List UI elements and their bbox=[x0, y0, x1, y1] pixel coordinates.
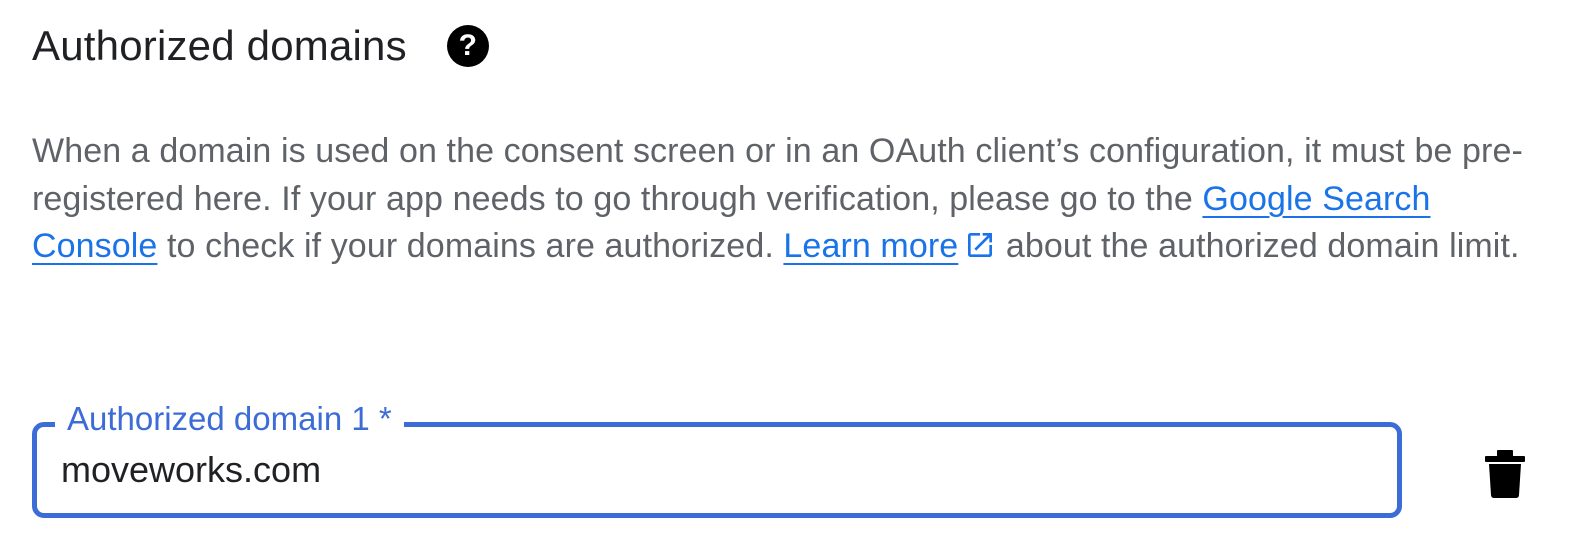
open-in-new-icon[interactable] bbox=[964, 229, 996, 261]
help-icon[interactable]: ? bbox=[446, 25, 489, 67]
authorized-domain-1-input[interactable] bbox=[61, 449, 1361, 491]
page-title: Authorized domains bbox=[32, 22, 407, 69]
description-text-3: about the authorized domain limit. bbox=[996, 227, 1520, 265]
description-text-2: to check if your domains are authorized. bbox=[157, 227, 784, 265]
learn-more-link[interactable]: Learn more bbox=[783, 227, 958, 265]
trash-icon[interactable] bbox=[1485, 450, 1525, 498]
section-header: Authorized domains ? bbox=[32, 18, 489, 74]
authorized-domain-1-label: Authorized domain 1 * bbox=[55, 399, 404, 439]
section-description: When a domain is used on the consent scr… bbox=[32, 128, 1552, 271]
authorized-domain-1-field[interactable]: Authorized domain 1 * bbox=[32, 399, 1402, 518]
authorized-domains-section: Authorized domains ? When a domain is us… bbox=[0, 0, 1581, 553]
